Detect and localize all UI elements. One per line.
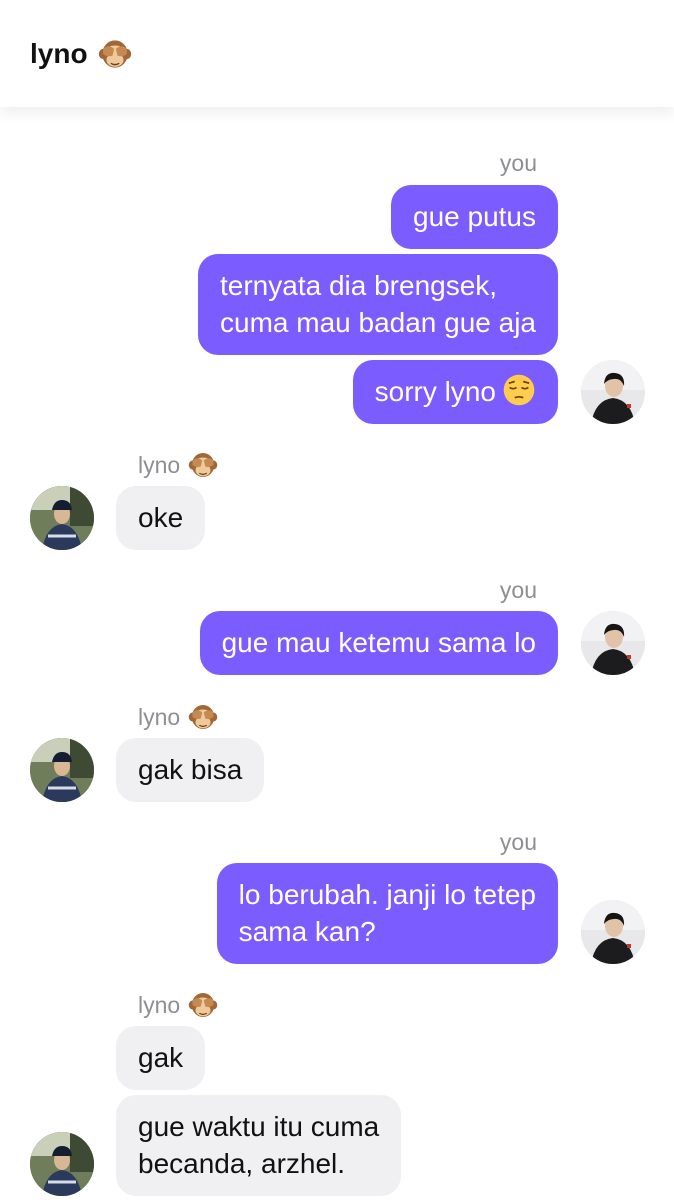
see-no-evil-monkey-icon — [188, 702, 218, 732]
sender-name: you — [499, 150, 537, 176]
message-bubble-incoming[interactable]: gak bisa — [116, 738, 265, 802]
message-bubble-outgoing[interactable]: ternyata dia brengsek, cuma mau badan gu… — [198, 254, 558, 355]
message-text: sorry lyno — [374, 376, 496, 407]
message-text-line: gue waktu itu cuma — [138, 1111, 380, 1142]
avatar-lyno[interactable] — [30, 1132, 94, 1196]
message-bubble-incoming[interactable]: oke — [116, 486, 206, 550]
message-text: oke — [138, 502, 184, 533]
message-bubble-incoming[interactable]: gak — [116, 1026, 206, 1090]
sender-name: you — [499, 829, 537, 855]
message-text-line: becanda, arzhel. — [138, 1148, 346, 1179]
message-bubble-outgoing[interactable]: gue putus — [391, 185, 558, 249]
sender-label-you: you — [500, 150, 537, 177]
sender-label-you: you — [500, 829, 537, 856]
sender-name: you — [499, 577, 537, 603]
sender-label-lyno: lyno — [138, 450, 218, 480]
see-no-evil-monkey-icon — [188, 990, 218, 1020]
avatar-you[interactable] — [581, 360, 645, 424]
chat-header: lyno — [0, 0, 674, 107]
sender-name: lyno — [138, 451, 181, 478]
message-bubble-outgoing[interactable]: sorry lyno — [352, 360, 558, 424]
see-no-evil-monkey-icon — [98, 37, 132, 71]
see-no-evil-monkey-icon — [188, 450, 218, 480]
sender-label-lyno: lyno — [138, 990, 218, 1020]
sender-label-lyno: lyno — [138, 702, 218, 732]
message-text-line: cuma mau badan gue aja — [220, 307, 536, 338]
message-text: gak bisa — [138, 754, 243, 785]
message-bubble-outgoing[interactable]: lo berubah. janji lo tetep sama kan? — [216, 863, 558, 964]
message-text-line: ternyata dia brengsek, — [220, 270, 498, 301]
message-text-line: sama kan? — [238, 916, 376, 947]
message-text: gue mau ketemu sama lo — [221, 627, 536, 658]
avatar-lyno[interactable] — [30, 486, 94, 550]
message-bubble-incoming[interactable]: gue waktu itu cuma becanda, arzhel. — [116, 1095, 402, 1196]
pensive-face-icon — [502, 373, 536, 407]
sender-name: lyno — [138, 991, 181, 1018]
avatar-lyno[interactable] — [30, 738, 94, 802]
message-text-line: lo berubah. janji lo tetep — [238, 879, 536, 910]
sender-name: lyno — [138, 703, 181, 730]
avatar-you[interactable] — [581, 900, 645, 964]
sender-label-you: you — [500, 577, 537, 604]
message-text: gak — [138, 1042, 184, 1073]
chat-title[interactable]: lyno — [30, 37, 132, 71]
chat-title-text: lyno — [30, 38, 88, 69]
message-text: gue putus — [413, 201, 536, 232]
avatar-you[interactable] — [581, 611, 645, 675]
message-bubble-outgoing[interactable]: gue mau ketemu sama lo — [199, 611, 558, 675]
